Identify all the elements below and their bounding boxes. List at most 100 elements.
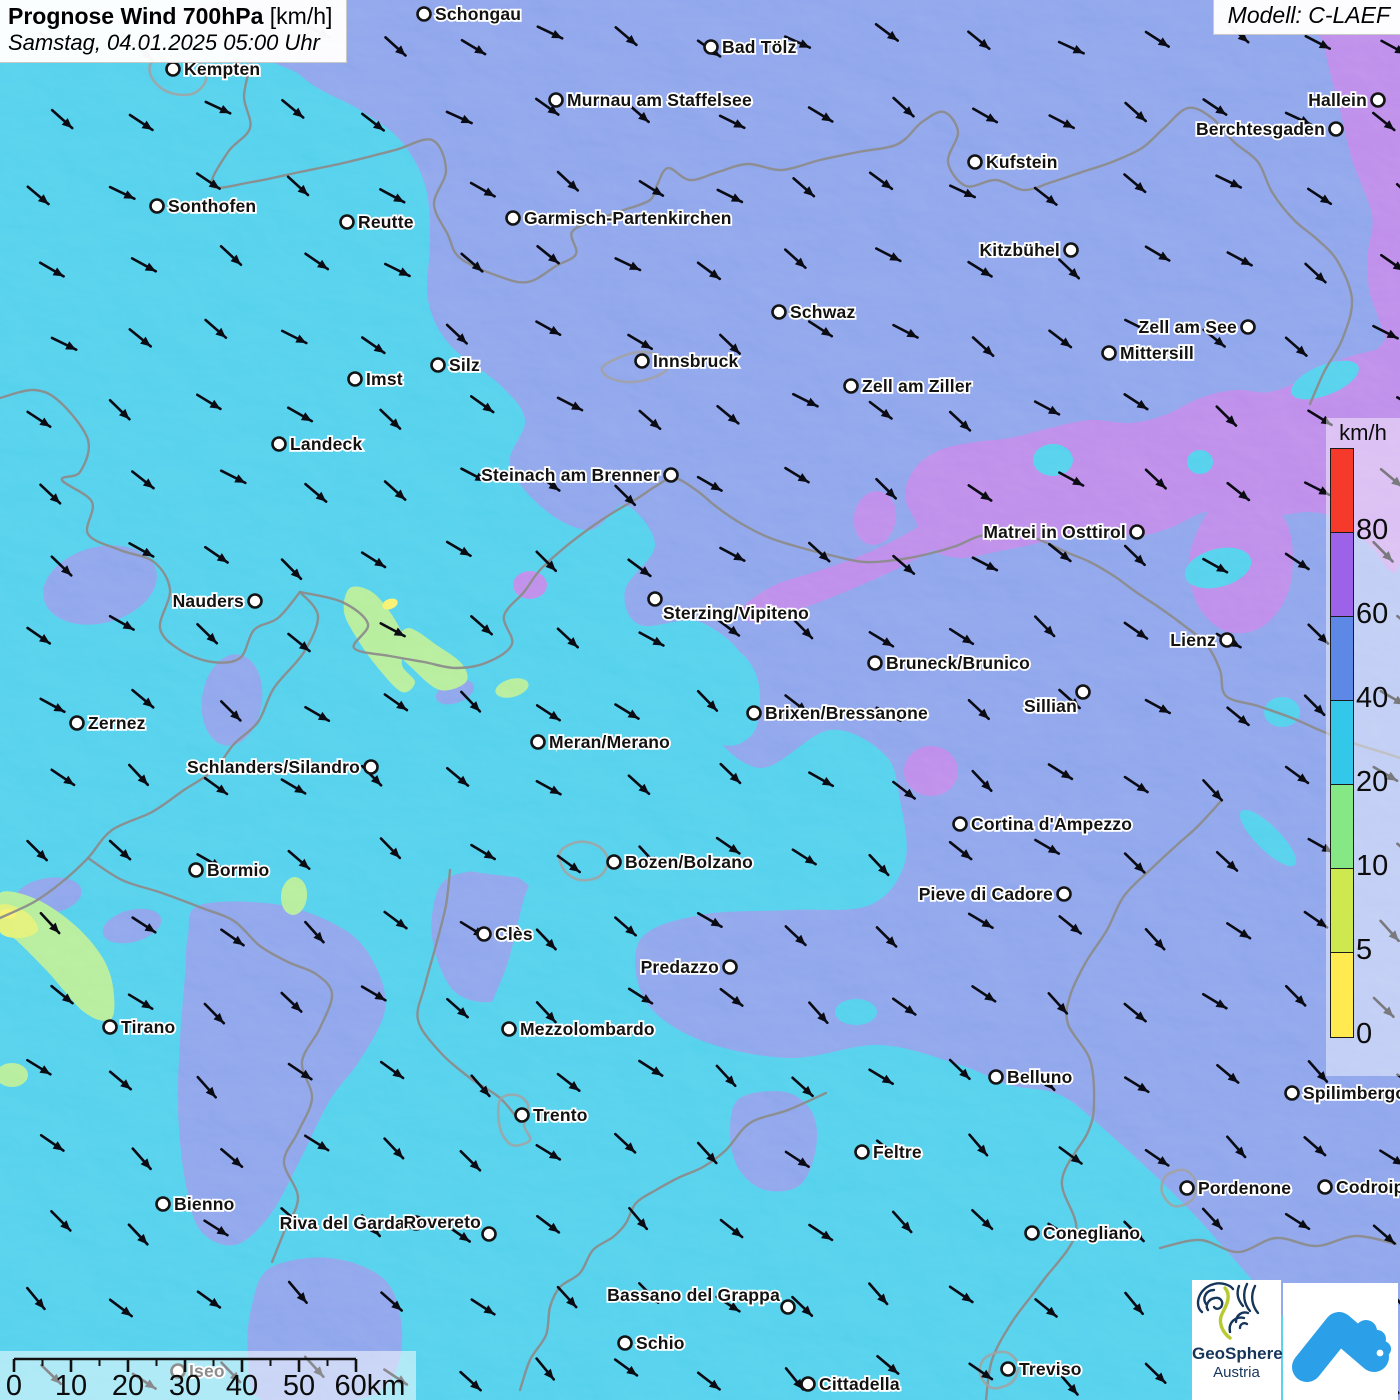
city-marker [501, 1021, 517, 1037]
city-steinach-am-brenner: Steinach am Brenner [479, 463, 679, 487]
legend-title: km/h [1339, 420, 1387, 445]
city-label: Sterzing/Vipiteno [663, 603, 809, 623]
city-marker [1000, 1361, 1016, 1377]
city-marker [1179, 1180, 1195, 1196]
scalebar-label-30: 30 [169, 1370, 201, 1400]
city-marker [514, 1107, 530, 1123]
city-label: Garmisch-Partenkirchen [524, 208, 732, 228]
city-marker [780, 1299, 796, 1315]
city-cl-s: Clès [476, 922, 534, 946]
city-label: Schwaz [790, 302, 855, 322]
city-label: Conegliano [1043, 1223, 1140, 1243]
legend-segment-5 [1331, 869, 1353, 953]
scalebar-label-0: 0 [6, 1370, 22, 1400]
city-label: Pordenone [1198, 1178, 1291, 1198]
legend-segment-10 [1331, 785, 1353, 869]
city-label: Kempten [184, 59, 260, 79]
city-marker [1240, 319, 1256, 335]
city-label: Riva del Garda [280, 1213, 405, 1233]
city-marker [416, 6, 432, 22]
legend-segment-20 [1331, 701, 1353, 785]
title-box: Prognose Wind 700hPa [km/h] Samstag, 04.… [0, 0, 347, 62]
city-label: Sonthofen [168, 196, 256, 216]
city-conegliano: Conegliano [1024, 1221, 1142, 1245]
map-title: Prognose Wind 700hPa [km/h] [8, 3, 332, 30]
legend-tick-80: 80 [1356, 514, 1389, 546]
city-label: Berchtesgaden [1196, 119, 1325, 139]
city-label: Steinach am Brenner [481, 465, 660, 485]
city-marker [1075, 684, 1091, 700]
city-label: Kitzbühel [979, 240, 1060, 260]
legend-segment-40 [1331, 617, 1353, 701]
city-label: Imst [366, 369, 403, 389]
city-marker [165, 61, 181, 77]
city-schlanders-silandro: Schlanders/Silandro [185, 755, 379, 779]
map-subtitle: Samstag, 04.01.2025 05:00 Uhr [8, 30, 320, 55]
city-marker [1219, 632, 1235, 648]
city-marker [347, 371, 363, 387]
city-label: Bruneck/Brunico [886, 653, 1030, 673]
city-label: Zernez [88, 713, 146, 733]
city-marker [854, 1144, 870, 1160]
city-label: Trento [533, 1105, 588, 1125]
wind-speed-legend: km/h 80 60 40 20 10 5 0 [1326, 418, 1400, 1076]
mountain-cloud-icon [1292, 1312, 1391, 1382]
city-marker [1063, 242, 1079, 258]
city-label: Hallein [1308, 90, 1367, 110]
city-lienz: Lienz [1168, 628, 1235, 652]
city-marker [530, 734, 546, 750]
city-riva-del-garda: Riva del Garda [278, 1211, 424, 1235]
model-label: Modell: C-LAEF [1213, 0, 1400, 34]
city-marker [647, 591, 663, 607]
legend-segment-80 [1331, 449, 1353, 533]
geosphere-logo-subtext: Austria [1213, 1364, 1260, 1381]
city-label: Landeck [290, 434, 362, 454]
city-label: Bassano del Grappa [607, 1285, 780, 1305]
city-label: Spilimbergo [1303, 1083, 1400, 1103]
city-marker [663, 467, 679, 483]
city-silz: Silz [430, 353, 482, 377]
city-imst: Imst [347, 367, 404, 391]
city-marker [967, 154, 983, 170]
city-berchtesgaden: Berchtesgaden [1194, 117, 1344, 141]
distance-scale-bar: 0 10 20 30 40 50 60km [0, 1351, 416, 1400]
mountain-cloud-logo [1283, 1283, 1398, 1400]
city-marker [952, 816, 968, 832]
city-matrei-in-osttirol: Matrei in Osttirol [982, 520, 1145, 544]
city-meran-merano: Meran/Merano [530, 730, 672, 754]
city-pieve-di-cadore: Pieve di Cadore [917, 882, 1072, 906]
city-marker [69, 715, 85, 731]
city-marker [988, 1069, 1004, 1085]
legend-segment-0 [1331, 953, 1353, 1037]
city-label: Tirano [121, 1017, 175, 1037]
city-marker [247, 593, 263, 609]
city-bozen-bolzano: Bozen/Bolzano [606, 850, 755, 874]
city-label: Mezzolombardo [520, 1019, 655, 1039]
scalebar-label-60km: 60km [335, 1370, 406, 1400]
city-label: Schio [636, 1333, 685, 1353]
city-marker [771, 304, 787, 320]
city-label: Meran/Merano [549, 732, 670, 752]
city-spilimbergo: Spilimbergo [1284, 1081, 1400, 1105]
city-label: Belluno [1007, 1067, 1073, 1087]
city-marker [102, 1019, 118, 1035]
city-garmisch-partenkirchen: Garmisch-Partenkirchen [505, 206, 733, 230]
city-label: Kufstein [986, 152, 1058, 172]
weather-map-stage: Schongau Bad Tölz Kempten Murnau am Staffel… [0, 0, 1400, 1400]
legend-tick-10: 10 [1356, 850, 1389, 882]
city-marker [505, 210, 521, 226]
city-marker [634, 353, 650, 369]
city-label: Rovereto [404, 1212, 481, 1232]
city-marker [843, 378, 859, 394]
city-label: Nauders [173, 591, 244, 611]
wind-forecast-map[interactable]: Schongau Bad Tölz Kempten Murnau am Staffel… [0, 0, 1400, 1400]
city-label: Schongau [435, 4, 521, 24]
city-cortina-d-ampezzo: Cortina d'Ampezzo [952, 812, 1134, 836]
city-marker [800, 1376, 816, 1392]
scalebar-label-50: 50 [283, 1370, 315, 1400]
geosphere-contour-icon [1196, 1282, 1260, 1340]
city-label: Bormio [207, 860, 269, 880]
city-label: Bad Tölz [722, 37, 797, 57]
city-label: Codroipo [1336, 1177, 1400, 1197]
legend-color-bar [1330, 448, 1354, 1038]
